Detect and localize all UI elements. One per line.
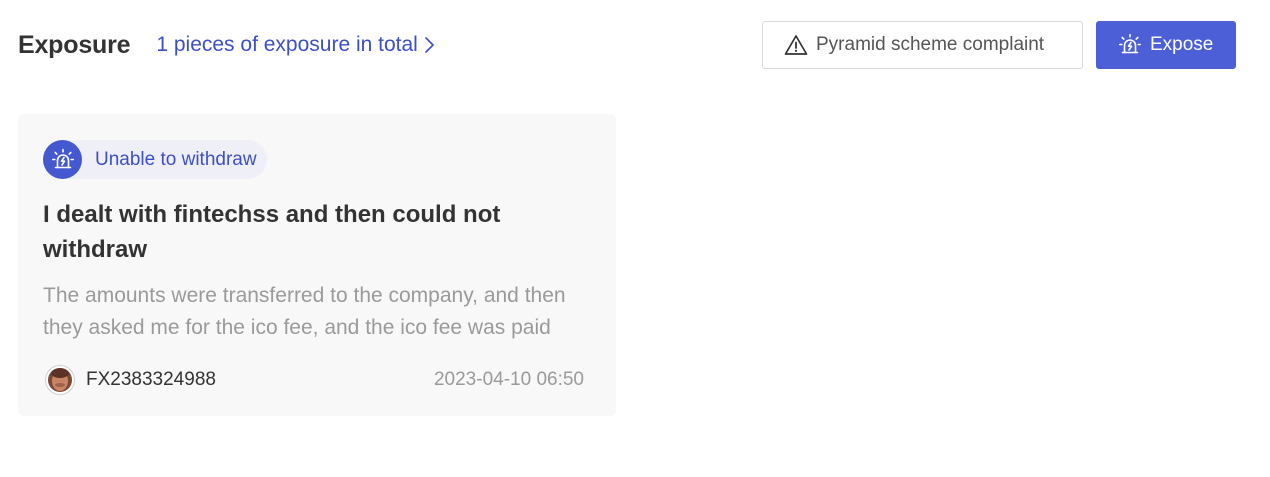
card-footer: FX2383324988 2023-04-10 06:50 (43, 364, 584, 396)
pyramid-complaint-label: Pyramid scheme complaint (816, 34, 1045, 55)
pyramid-complaint-button[interactable]: Pyramid scheme complaint (762, 21, 1083, 69)
exposure-total-label: 1 pieces of exposure in total (156, 33, 418, 56)
post-date: 2023-04-10 06:50 (433, 369, 584, 390)
username: FX2383324988 (86, 369, 216, 390)
user-avatar (45, 365, 75, 395)
chevron-right-icon (424, 36, 435, 54)
exposure-card[interactable]: Unable to withdraw I dealt with fintechs… (18, 114, 616, 416)
alarm-siren-icon (43, 140, 82, 179)
expose-label: Expose (1150, 34, 1214, 55)
category-tag-label: Unable to withdraw (95, 148, 257, 170)
page-header: Exposure 1 pieces of exposure in total P… (18, 21, 1236, 69)
warning-triangle-icon (784, 34, 808, 56)
expose-button[interactable]: Expose (1096, 21, 1236, 69)
page-title: Exposure (18, 30, 131, 59)
card-description: The amounts were transferred to the comp… (43, 284, 566, 339)
exposure-total-link[interactable]: 1 pieces of exposure in total (156, 33, 435, 57)
alarm-siren-icon (1118, 33, 1142, 57)
card-title: I dealt with fintechss and then could no… (43, 201, 501, 263)
category-tag: Unable to withdraw (43, 140, 267, 179)
